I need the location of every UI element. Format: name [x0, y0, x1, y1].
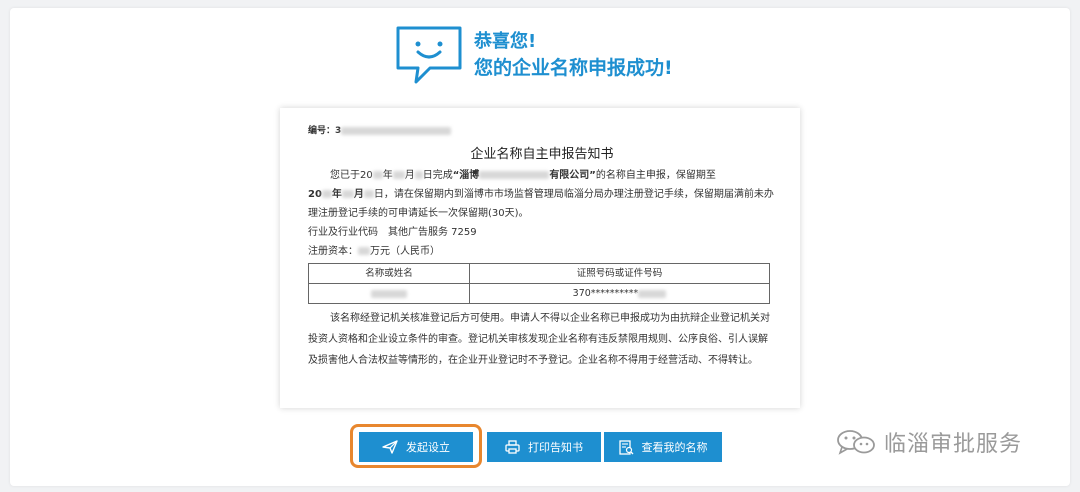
- notice-paragraph-1-cont: 20 年月日，请在保留期内到淄博市市场监督管理局临淄分局办理注册登记手续，保留期届…: [308, 189, 774, 219]
- table-row: 370**********: [308, 283, 770, 304]
- notice-title: 企业名称自主申报告知书: [470, 147, 614, 162]
- holder-id-cell: 370**********: [469, 283, 770, 304]
- wechat-icon: [837, 430, 875, 455]
- success-subtitle: 您的企业名称申报成功!: [474, 57, 673, 79]
- watermark-text: 临淄审批服务: [884, 432, 1023, 457]
- document-search-icon: [618, 439, 633, 455]
- notice-paragraph-1: 您已于20 年月日完成“淄博 有限公司”的名称自主申报，保留期至: [330, 170, 716, 181]
- send-icon: [382, 440, 398, 454]
- holder-name-cell: [308, 283, 470, 304]
- industry-line: 行业及行业代码 其他广告服务 7259: [308, 227, 477, 238]
- serial-number: 编号：3: [308, 122, 776, 141]
- notice-paragraph-2: 该名称经登记机关核准登记后方可使用。申请人不得以企业名称已申报成功为由抗辩企业登…: [308, 313, 770, 366]
- start-establishment-button[interactable]: 发起设立: [359, 432, 473, 462]
- notice-document: 编号：3 企业名称自主申报告知书 您已于20 年月日完成“淄博 有限公司”的名称自主…: [280, 108, 800, 408]
- printer-icon: [505, 440, 520, 454]
- view-my-name-button[interactable]: 查看我的名称: [604, 432, 722, 462]
- success-title: 恭喜您!: [474, 31, 537, 52]
- holder-table: 名称或姓名 证照号码或证件号码 370**********: [308, 263, 770, 304]
- smiley-chat-icon: [396, 26, 462, 84]
- capital-line: 注册资本： 万元（人民币）: [308, 246, 440, 257]
- table-header-id: 证照号码或证件号码: [469, 263, 770, 284]
- table-header-name: 名称或姓名: [308, 263, 470, 284]
- print-notice-button[interactable]: 打印告知书: [487, 432, 601, 462]
- watermark: 临淄审批服务: [836, 424, 1022, 460]
